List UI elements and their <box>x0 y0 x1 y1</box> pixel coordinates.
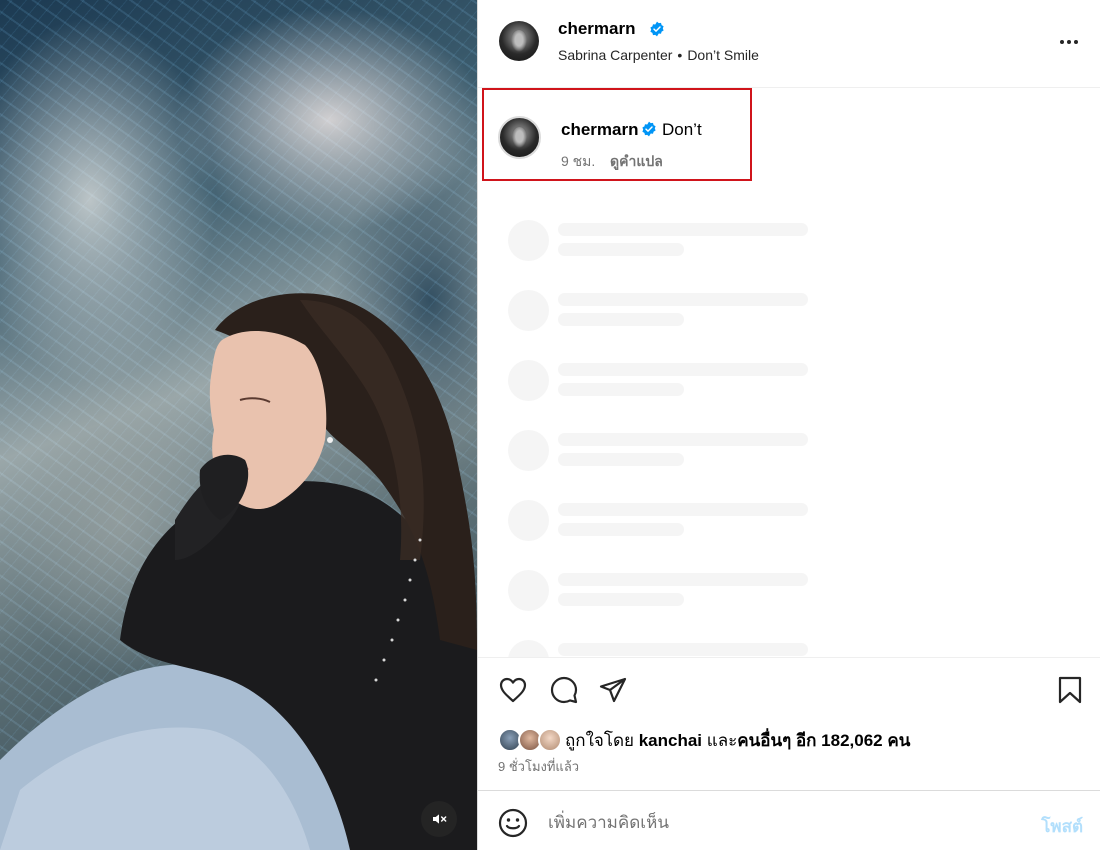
audio-track-link[interactable]: Sabrina Carpenter • Don’t Smile <box>558 47 759 63</box>
post-video[interactable] <box>0 0 477 850</box>
video-frame-person <box>0 293 477 850</box>
likes-summary[interactable]: ถูกใจโดย kanchai และคนอื่นๆ อีก 182,062 … <box>498 727 910 753</box>
likes-others-count[interactable]: คนอื่นๆ อีก 182,062 คน <box>737 731 910 750</box>
caption-time[interactable]: 9 ชม. <box>561 151 595 173</box>
skeleton-row <box>508 420 828 471</box>
skeleton-row <box>508 280 828 331</box>
comment-bubble-icon <box>550 676 578 704</box>
likes-and: และ <box>706 730 738 750</box>
see-translation-link[interactable]: ดูคำแปล <box>610 151 663 173</box>
audio-artist: Sabrina Carpenter <box>558 47 673 63</box>
like-button[interactable] <box>498 675 528 705</box>
heart-icon <box>499 677 527 703</box>
audio-separator: • <box>677 47 683 63</box>
more-dots-icon <box>1060 40 1078 44</box>
share-button[interactable] <box>598 675 628 705</box>
avatar <box>538 728 562 752</box>
post-caption: chermarn Don’t 9 ชม. ดูคำแปล <box>478 88 1100 188</box>
caption-text: Don’t <box>662 120 702 139</box>
caption-avatar[interactable] <box>498 116 541 159</box>
comment-composer: โพสต์ <box>478 790 1100 850</box>
verified-badge-icon <box>649 21 665 42</box>
likes-prefix: ถูกใจโดย <box>565 730 634 750</box>
likes-text: ถูกใจโดย kanchai และคนอื่นๆ อีก 182,062 … <box>565 727 910 754</box>
comment-input[interactable] <box>548 809 1018 837</box>
post-details-panel: chermarn Sabrina Carpenter • Don’t Smile c… <box>477 0 1100 850</box>
post-timestamp[interactable]: 9 ชั่วโมงที่แล้ว <box>498 756 579 777</box>
author-avatar[interactable] <box>499 21 539 61</box>
post-actions: ถูกใจโดย kanchai และคนอื่นๆ อีก 182,062 … <box>478 657 1100 790</box>
verified-badge-icon <box>641 121 657 142</box>
send-paper-plane-icon <box>599 677 627 703</box>
skeleton-row <box>508 350 828 401</box>
smiley-face-icon <box>498 808 528 838</box>
author-username[interactable]: chermarn <box>558 19 635 39</box>
mute-toggle-button[interactable] <box>421 801 457 837</box>
skeleton-row <box>508 630 828 657</box>
liker-avatars <box>498 727 564 753</box>
save-button[interactable] <box>1055 675 1085 705</box>
caption-username[interactable]: chermarn <box>561 120 638 140</box>
liker-username[interactable]: kanchai <box>639 731 702 750</box>
skeleton-row <box>508 560 828 611</box>
skeleton-row <box>508 490 828 541</box>
skeleton-row <box>508 210 828 261</box>
emoji-button[interactable] <box>498 808 528 838</box>
comments-loading-skeleton <box>478 210 1100 657</box>
audio-title: Don’t Smile <box>687 47 759 63</box>
post-header: chermarn Sabrina Carpenter • Don’t Smile <box>478 0 1100 88</box>
bookmark-icon <box>1058 676 1082 704</box>
speaker-muted-icon <box>433 814 447 824</box>
comment-button[interactable] <box>549 675 579 705</box>
more-options-button[interactable] <box>1057 30 1081 54</box>
post-comment-button[interactable]: โพสต์ <box>1041 813 1083 840</box>
